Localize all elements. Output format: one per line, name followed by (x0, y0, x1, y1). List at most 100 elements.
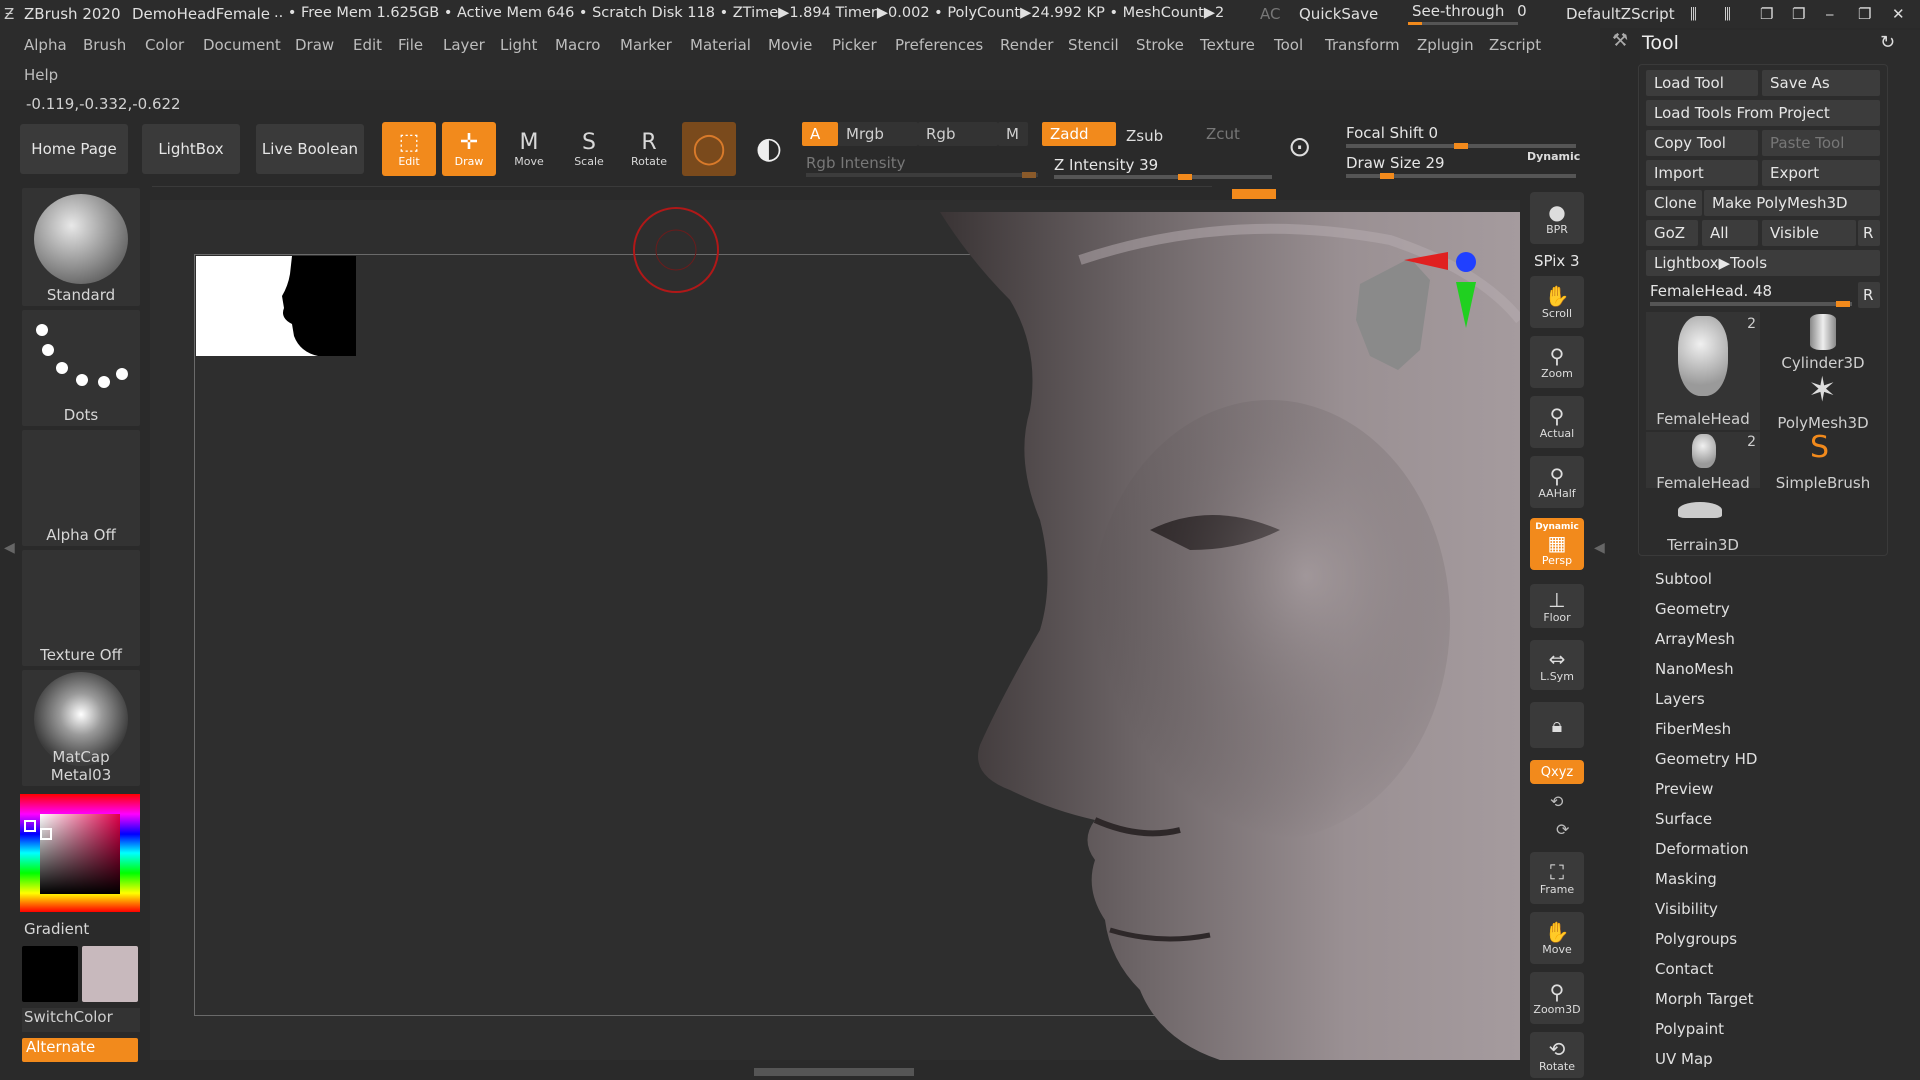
menu-alpha[interactable]: Alpha (24, 36, 67, 54)
draw-button[interactable]: ✛ Draw (442, 122, 496, 176)
hue-marker[interactable] (24, 820, 36, 832)
mrgb-toggle[interactable]: Mrgb (838, 122, 918, 146)
view-move-button[interactable]: ✋ Move (1530, 912, 1584, 964)
transp-button[interactable]: 🔒︎ (1530, 702, 1584, 748)
menu-tool[interactable]: Tool (1274, 36, 1303, 54)
script-name[interactable]: DefaultZScript (1566, 5, 1675, 23)
lightbox-button[interactable]: LightBox (142, 124, 240, 174)
texture-selector[interactable]: Texture Off (22, 550, 140, 666)
move-button[interactable]: M Move (502, 122, 556, 176)
layout-icon[interactable]: ⫼ (1690, 5, 1697, 23)
rgb-toggle[interactable]: Rgb (918, 122, 998, 146)
alternate-button[interactable]: Alternate (22, 1038, 138, 1062)
material-selector[interactable]: MatCap Metal03 (22, 670, 140, 786)
dynamic-toggle[interactable]: Dynamic (1527, 150, 1580, 163)
quicksave-button[interactable]: QuickSave (1299, 5, 1378, 23)
ac-button[interactable]: AC (1260, 5, 1280, 23)
color-picker-hue-ring[interactable] (20, 794, 140, 912)
window-layout-icon[interactable]: ❐ (1760, 5, 1773, 23)
focal-shift-slider[interactable]: Focal Shift 0 (1346, 124, 1438, 142)
subpalette-morph-target[interactable]: Morph Target (1655, 990, 1754, 1008)
menu-stroke[interactable]: Stroke (1136, 36, 1184, 54)
zsub-toggle[interactable]: Zsub (1118, 124, 1188, 148)
menu-macro[interactable]: Macro (555, 36, 600, 54)
tool-thumb-femalehead-1[interactable]: 2 FemaleHead (1646, 312, 1760, 430)
zcut-toggle[interactable]: Zcut (1198, 122, 1268, 146)
edit-button[interactable]: ⬚ Edit (382, 122, 436, 176)
load-tools-from-project-button[interactable]: Load Tools From Project (1646, 100, 1880, 126)
goz-all-button[interactable]: All (1702, 220, 1758, 246)
menu-edit[interactable]: Edit (353, 36, 382, 54)
subpalette-deformation[interactable]: Deformation (1655, 840, 1749, 858)
menu-brush[interactable]: Brush (83, 36, 126, 54)
subpalette-contact[interactable]: Contact (1655, 960, 1713, 978)
subpalette-subtool[interactable]: Subtool (1655, 570, 1712, 588)
current-tool-r-button[interactable]: R (1858, 282, 1880, 308)
gradient-toggle[interactable]: Gradient (24, 920, 89, 938)
panel-reset-icon[interactable]: ↻ (1880, 32, 1895, 53)
current-tool-slider[interactable]: FemaleHead. 48 (1650, 282, 1772, 300)
subpalette-polygroups[interactable]: Polygroups (1655, 930, 1737, 948)
zoom3d-button[interactable]: ⚲ Zoom3D (1530, 972, 1584, 1024)
subpalette-layers[interactable]: Layers (1655, 690, 1705, 708)
z-intensity-slider[interactable]: Z Intensity 39 (1054, 156, 1158, 174)
subpalette-preview[interactable]: Preview (1655, 780, 1713, 798)
rgb-intensity-slider[interactable]: Rgb Intensity (806, 154, 906, 172)
spix-slider[interactable]: SPix 3 (1534, 252, 1580, 270)
zadd-toggle[interactable]: Zadd (1042, 122, 1116, 146)
frame-button[interactable]: ⛶ Frame (1530, 852, 1584, 904)
bottom-scroll-handle[interactable] (754, 1068, 914, 1076)
draw-size-handle[interactable] (1380, 173, 1394, 179)
subpalette-geometry[interactable]: Geometry (1655, 600, 1730, 618)
tool-thumb-simplebrush[interactable]: S SimpleBrush (1764, 430, 1882, 492)
menu-document[interactable]: Document (203, 36, 281, 54)
aahalf-button[interactable]: ⚲ AAHalf (1530, 456, 1584, 508)
menu-stencil[interactable]: Stencil (1068, 36, 1119, 54)
clone-button[interactable]: Clone (1646, 190, 1702, 216)
alpha-selector[interactable]: Alpha Off (22, 430, 140, 546)
draw-size-slider[interactable]: Draw Size 29 (1346, 154, 1445, 172)
live-boolean-button[interactable]: Live Boolean (256, 124, 364, 174)
close-icon[interactable]: ✕ (1892, 5, 1905, 23)
subpalette-geometry-hd[interactable]: Geometry HD (1655, 750, 1757, 768)
tool-thumb-polymesh3d[interactable]: ✶ PolyMesh3D (1764, 370, 1882, 432)
subpalette-polypaint[interactable]: Polypaint (1655, 1020, 1724, 1038)
view-rotate-button[interactable]: ⟲ Rotate (1530, 1032, 1584, 1078)
goz-button[interactable]: GoZ (1646, 220, 1698, 246)
lightbox-tools-button[interactable]: Lightbox▶Tools (1646, 250, 1880, 276)
subpalette-arraymesh[interactable]: ArrayMesh (1655, 630, 1735, 648)
copy-tool-button[interactable]: Copy Tool (1646, 130, 1758, 156)
actual-button[interactable]: ⚲ Actual (1530, 396, 1584, 448)
bpr-button[interactable]: ● BPR (1530, 192, 1584, 244)
floor-button[interactable]: ⊥ Floor (1530, 584, 1584, 628)
rotate-z-icon[interactable]: ⟳ (1556, 820, 1569, 839)
menu-picker[interactable]: Picker (832, 36, 877, 54)
current-tool-handle[interactable] (1836, 301, 1850, 307)
secondary-color-swatch[interactable] (82, 946, 138, 1002)
rotate-button[interactable]: R Rotate (622, 122, 676, 176)
subpalette-masking[interactable]: Masking (1655, 870, 1717, 888)
goz-r-button[interactable]: R (1858, 220, 1880, 246)
rgb-intensity-handle[interactable] (1022, 172, 1036, 178)
layout2-icon[interactable]: ⫼ (1724, 5, 1731, 23)
canvas-viewport[interactable] (150, 200, 1520, 1076)
minimize-icon[interactable]: ⎯ (1826, 5, 1834, 23)
menu-marker[interactable]: Marker (620, 36, 672, 54)
subpalette-nanomesh[interactable]: NanoMesh (1655, 660, 1734, 678)
zoom-button[interactable]: ⚲ Zoom (1530, 336, 1584, 388)
stroke-selector[interactable]: Dots (22, 310, 140, 426)
right-tray-arrow-icon[interactable]: ◀ (1594, 540, 1605, 556)
menu-zscript[interactable]: Zscript (1489, 36, 1541, 54)
scale-button[interactable]: S Scale (562, 122, 616, 176)
a-toggle[interactable]: A (802, 122, 838, 146)
tool-thumb-femalehead-2[interactable]: 2 FemaleHead (1646, 432, 1760, 492)
menu-texture[interactable]: Texture (1200, 36, 1255, 54)
material-sphere-button[interactable]: ◯ (682, 122, 736, 176)
brush-selector[interactable]: Standard (22, 188, 140, 306)
goz-visible-button[interactable]: Visible (1762, 220, 1856, 246)
save-as-button[interactable]: Save As (1762, 70, 1880, 96)
subpalette-fibermesh[interactable]: FiberMesh (1655, 720, 1731, 738)
make-polymesh3d-button[interactable]: Make PolyMesh3D (1704, 190, 1880, 216)
switch-color-button[interactable]: SwitchColor (22, 1008, 140, 1032)
m-toggle[interactable]: M (998, 122, 1028, 146)
